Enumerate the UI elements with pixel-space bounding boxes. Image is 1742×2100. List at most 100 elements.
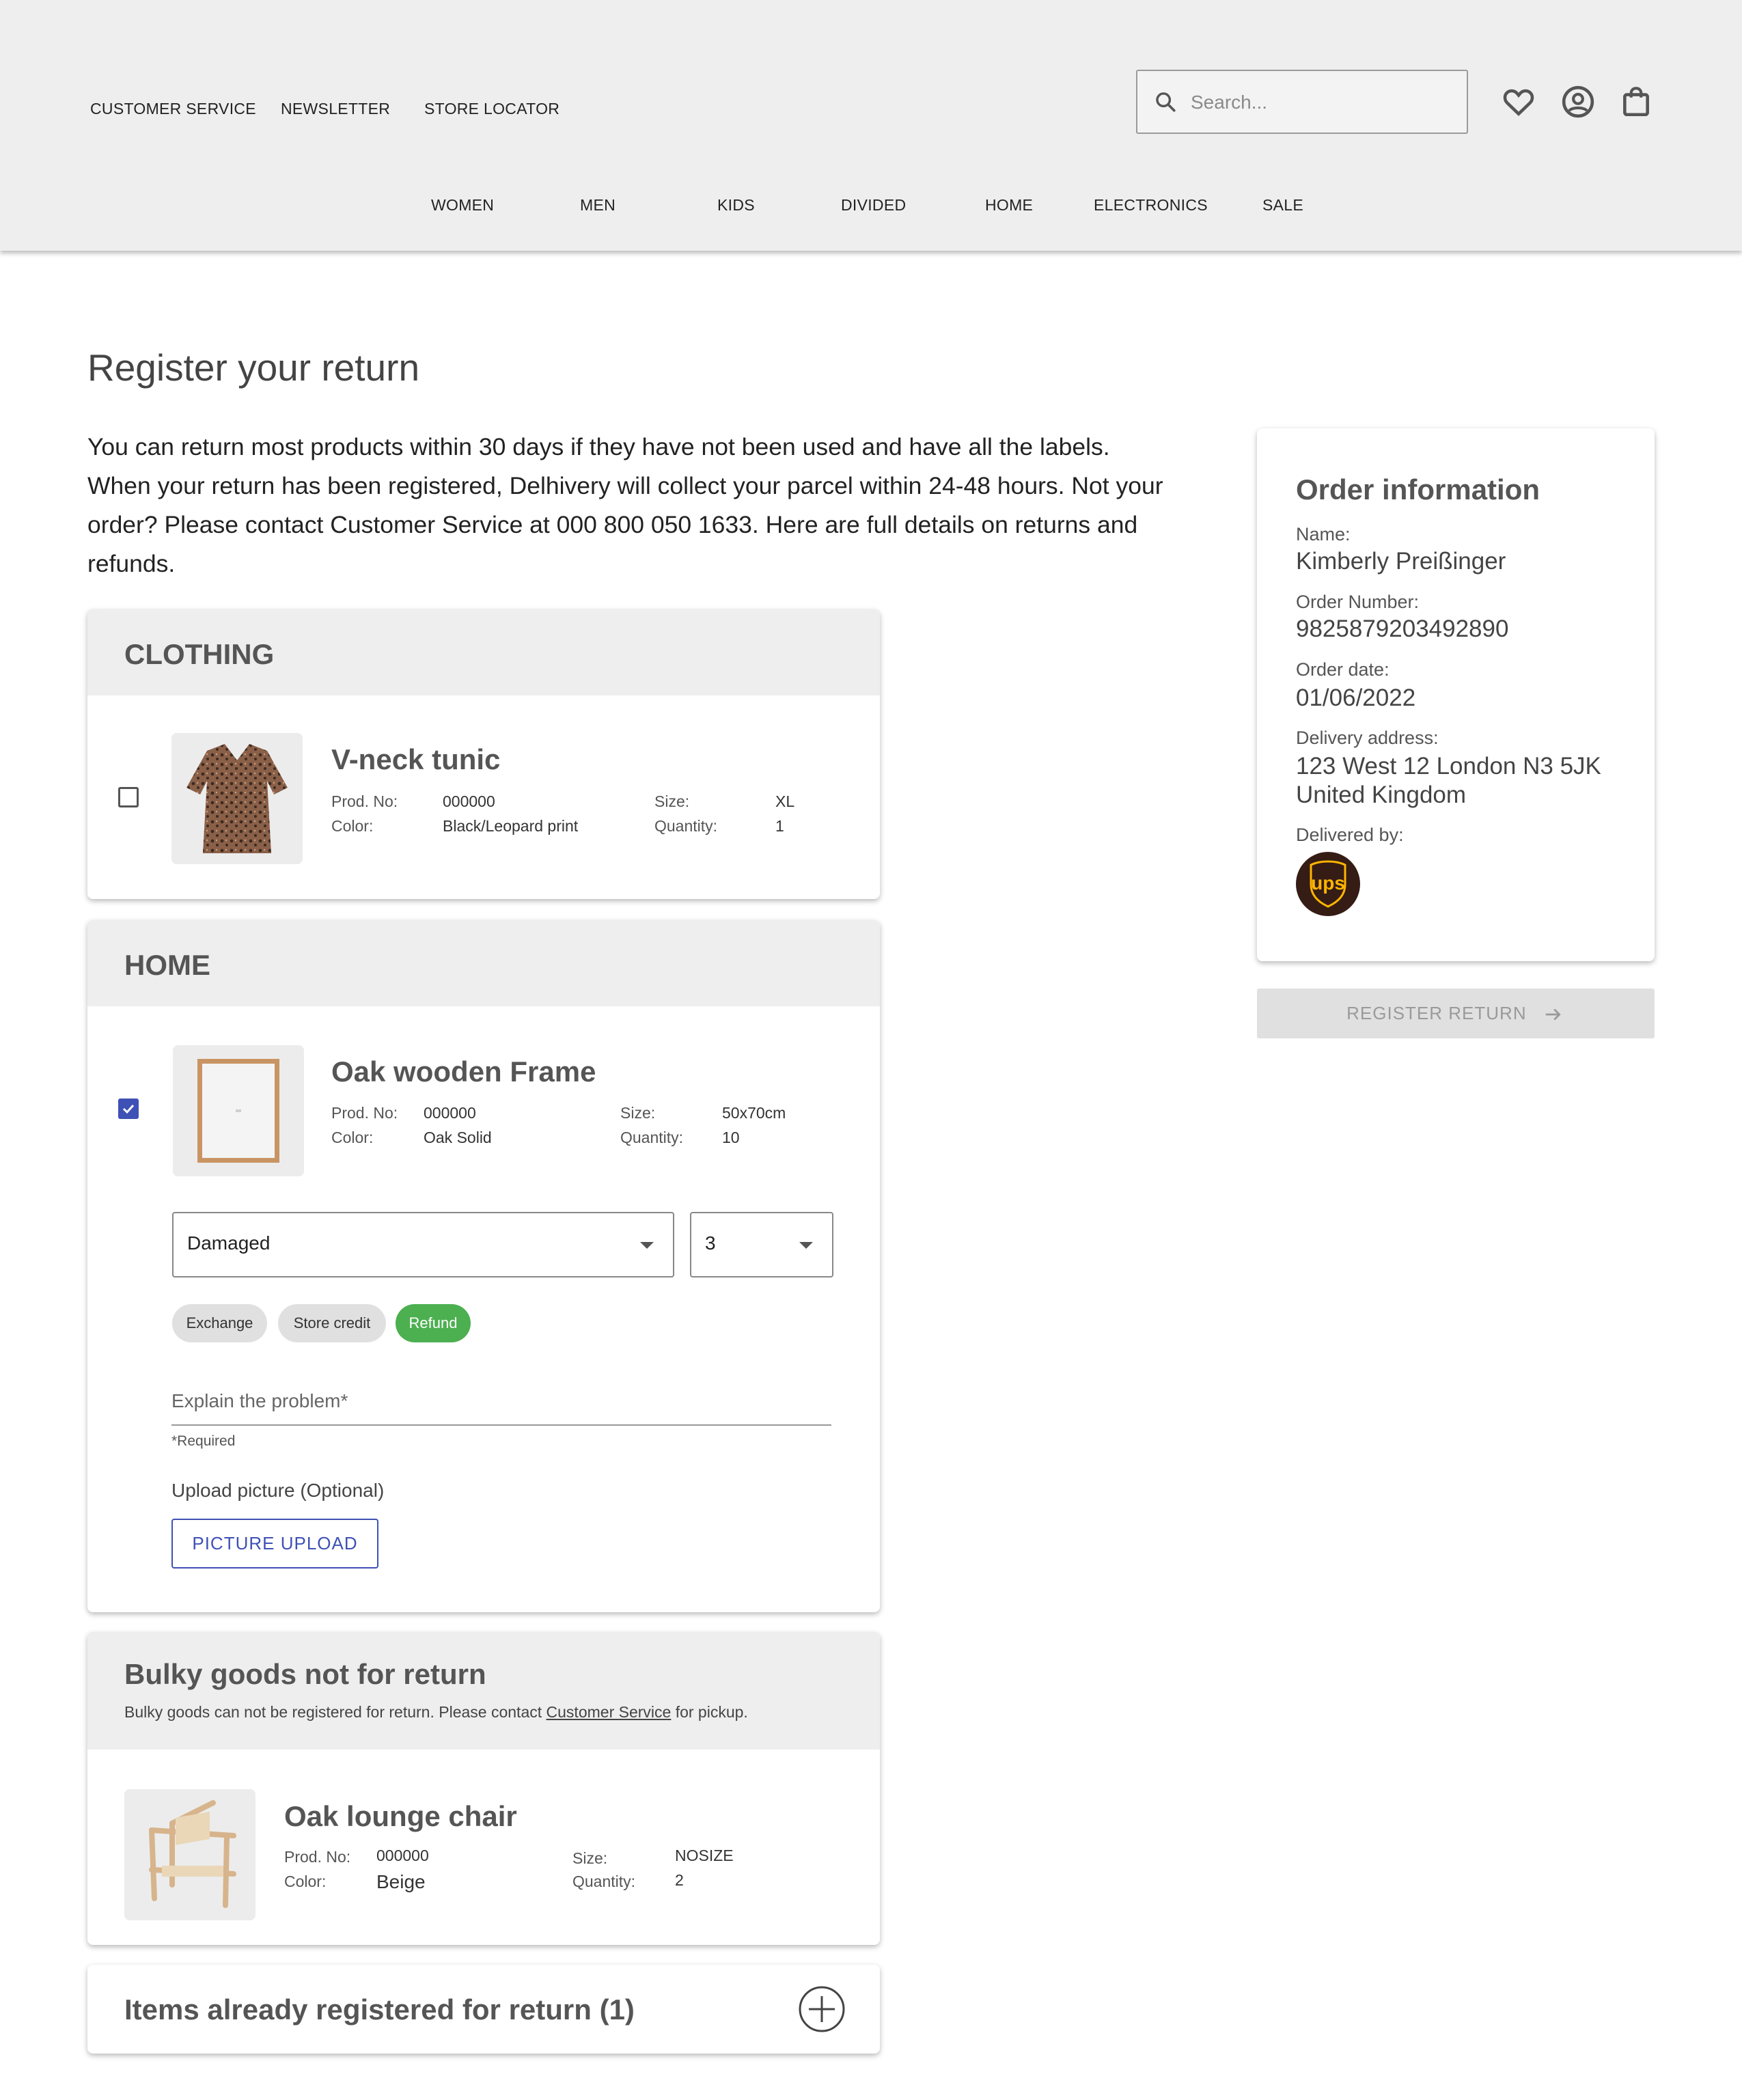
frame-size-label: Size: <box>620 1104 656 1122</box>
bulky-note-text: Bulky goods can not be registered for re… <box>124 1703 547 1721</box>
chair-prod-label: Prod. No: <box>284 1848 351 1866</box>
frame-qty: 10 <box>722 1129 740 1146</box>
name-label: Name: <box>1296 524 1351 544</box>
registered-items-card[interactable]: Items already registered for return (1) <box>87 1965 880 2054</box>
page-title: Register your return <box>87 346 420 389</box>
frame-size: 50x70cm <box>722 1104 786 1122</box>
return-reason-value: Damaged <box>187 1232 271 1254</box>
frame-name: Oak wooden Frame <box>331 1055 596 1088</box>
frame-image <box>173 1045 304 1176</box>
bulky-note: Bulky goods can not be registered for re… <box>124 1703 748 1722</box>
nav-men[interactable]: MEN <box>580 196 616 215</box>
tunic-image <box>171 733 303 864</box>
chip-refund[interactable]: Refund <box>396 1304 471 1342</box>
newsletter-link[interactable]: NEWSLETTER <box>281 100 390 118</box>
order-info-card: Order information Name: Kimberly Preißin… <box>1257 428 1655 961</box>
tunic-checkbox[interactable] <box>118 787 139 807</box>
arrow-right-icon <box>1545 1008 1561 1021</box>
nav-divided[interactable]: DIVIDED <box>841 196 906 215</box>
register-return-button[interactable]: REGISTER RETURN <box>1257 989 1655 1038</box>
order-number-label: Order Number: <box>1296 592 1420 612</box>
nav-home[interactable]: HOME <box>985 196 1033 215</box>
heart-icon[interactable] <box>1502 85 1536 119</box>
expand-plus-icon[interactable] <box>798 1985 846 2033</box>
chair-name: Oak lounge chair <box>284 1800 517 1832</box>
frame-color: Oak Solid <box>424 1129 492 1146</box>
explain-problem-input[interactable]: Explain the problem* <box>171 1390 831 1426</box>
registered-items-heading: Items already registered for return (1) <box>124 1993 635 2026</box>
site-header: CUSTOMER SERVICE NEWSLETTER STORE LOCATO… <box>0 0 1742 251</box>
tunic-color-label: Color: <box>331 817 374 835</box>
chair-qty: 2 <box>675 1871 684 1889</box>
frame-color-label: Color: <box>331 1129 374 1146</box>
tunic-color: Black/Leopard print <box>443 817 579 835</box>
picture-upload-button[interactable]: PICTURE UPLOAD <box>171 1519 378 1569</box>
chair-prod-no: 000000 <box>376 1847 429 1864</box>
chevron-down-icon <box>640 1242 654 1249</box>
tunic-size-label: Size: <box>654 792 690 810</box>
tunic-size: XL <box>775 792 795 810</box>
tunic-illustration <box>171 733 303 864</box>
nav-sale[interactable]: SALE <box>1262 196 1303 215</box>
search-input[interactable]: Search... <box>1136 70 1468 134</box>
chair-illustration <box>124 1789 255 1920</box>
return-qty-value: 3 <box>705 1232 716 1254</box>
chevron-down-icon <box>799 1242 813 1249</box>
customer-service-link[interactable]: Customer Service <box>547 1703 672 1721</box>
bulky-card: Bulky goods not for return Bulky goods c… <box>87 1632 880 1945</box>
nav-electronics[interactable]: ELECTRONICS <box>1094 196 1208 215</box>
tunic-qty: 1 <box>775 817 784 835</box>
return-reason-select[interactable]: Damaged <box>172 1212 674 1277</box>
ups-logo-text: ups <box>1311 872 1345 894</box>
frame-prod-no: 000000 <box>424 1104 476 1122</box>
order-info-title: Order information <box>1296 473 1540 506</box>
ups-logo: ups <box>1296 852 1360 916</box>
frame-illustration <box>173 1045 304 1176</box>
account-icon[interactable] <box>1561 85 1595 119</box>
chair-image <box>124 1789 255 1920</box>
explain-problem-placeholder: Explain the problem* <box>171 1390 348 1411</box>
order-date: 01/06/2022 <box>1296 685 1416 711</box>
chair-size-label: Size: <box>572 1849 608 1867</box>
intro-text: You can return most products within 30 d… <box>87 433 1163 577</box>
clothing-card: CLOTHING V-neck tunic Prod. No: 000000 C… <box>87 609 880 899</box>
bulky-card-header: Bulky goods not for return Bulky goods c… <box>87 1632 880 1750</box>
search-icon <box>1156 92 1176 112</box>
bulky-note-end: for pickup. <box>671 1703 748 1721</box>
home-card-header: HOME <box>87 920 880 1006</box>
order-number: 9825879203492890 <box>1296 616 1509 642</box>
frame-checkbox[interactable] <box>118 1099 139 1119</box>
chair-size: NOSIZE <box>675 1847 734 1864</box>
store-locator-link[interactable]: STORE LOCATOR <box>424 100 559 118</box>
frame-qty-label: Quantity: <box>620 1129 684 1146</box>
search-placeholder: Search... <box>1191 92 1268 113</box>
bulky-heading: Bulky goods not for return <box>124 1658 486 1690</box>
required-note: *Required <box>171 1433 236 1449</box>
order-date-label: Order date: <box>1296 659 1390 680</box>
delivery-address: 123 West 12 London N3 5JK United Kingdom <box>1296 753 1601 808</box>
tunic-prod-label: Prod. No: <box>331 792 398 810</box>
return-qty-select[interactable]: 3 <box>690 1212 833 1277</box>
check-icon <box>122 1104 135 1114</box>
chip-store-credit[interactable]: Store credit <box>278 1304 386 1342</box>
chip-exchange[interactable]: Exchange <box>172 1304 267 1342</box>
clothing-card-header: CLOTHING <box>87 609 880 695</box>
home-heading: HOME <box>124 949 210 981</box>
nav-women[interactable]: WOMEN <box>431 196 494 215</box>
upload-label: Upload picture (Optional) <box>171 1480 385 1501</box>
chair-qty-label: Quantity: <box>572 1873 636 1890</box>
clothing-heading: CLOTHING <box>124 638 275 670</box>
nav-kids[interactable]: KIDS <box>717 196 755 215</box>
delivered-by-label: Delivered by: <box>1296 825 1404 845</box>
home-card: HOME Oak wooden Frame Prod. No: 000000 C… <box>87 920 880 1612</box>
tunic-name: V-neck tunic <box>331 743 501 775</box>
delivery-address-label: Delivery address: <box>1296 728 1439 748</box>
tunic-prod-no: 000000 <box>443 792 495 810</box>
frame-prod-label: Prod. No: <box>331 1104 398 1122</box>
chair-color-label: Color: <box>284 1873 327 1890</box>
bag-icon[interactable] <box>1619 85 1653 119</box>
customer-service-link[interactable]: CUSTOMER SERVICE <box>90 100 256 118</box>
chair-color: Beige <box>376 1871 426 1892</box>
tunic-qty-label: Quantity: <box>654 817 718 835</box>
customer-name: Kimberly Preißinger <box>1296 548 1506 575</box>
